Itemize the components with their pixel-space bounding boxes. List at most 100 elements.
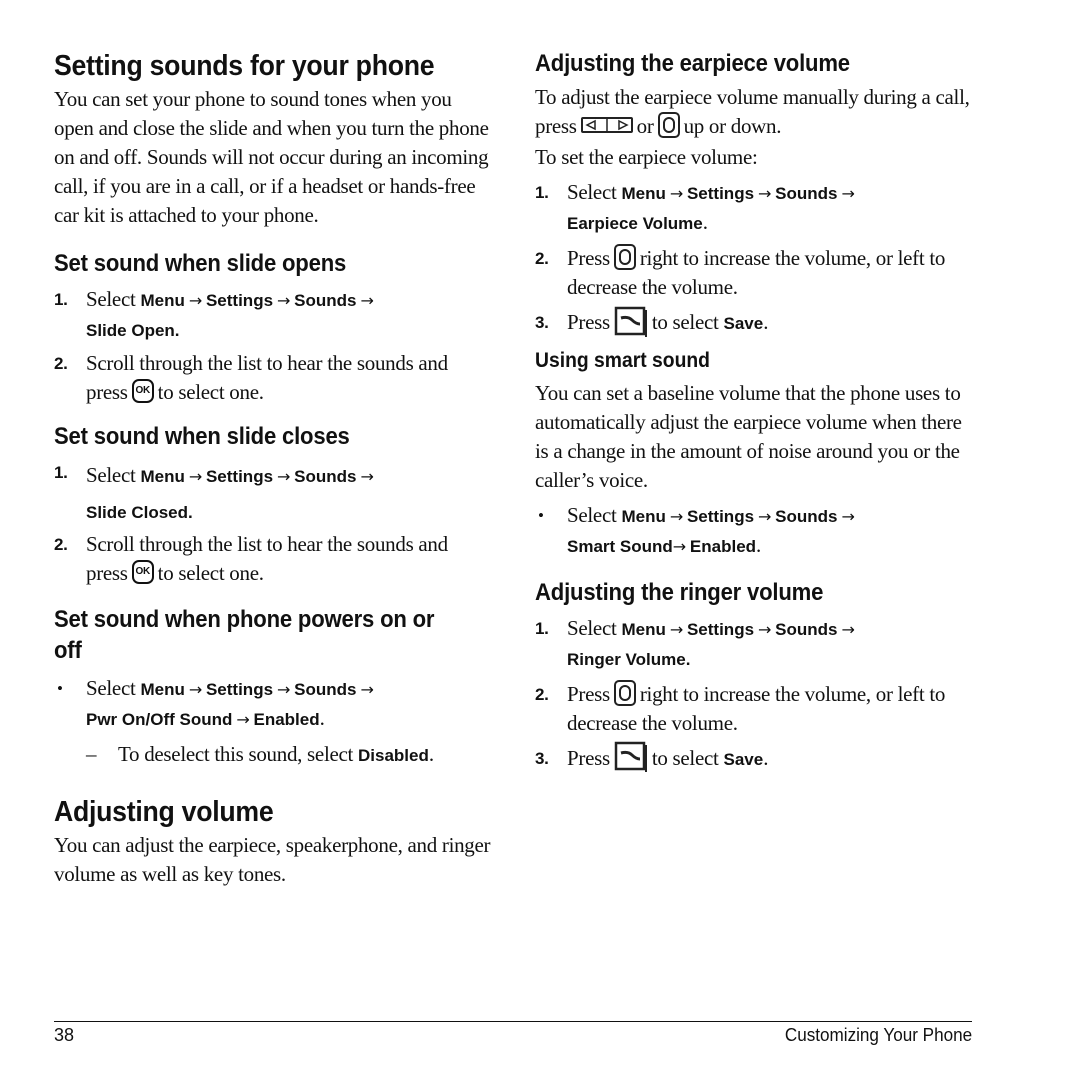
settings-key: Settings bbox=[205, 467, 274, 486]
step-number: 1. bbox=[54, 290, 68, 309]
slide-open-key: Slide Open. bbox=[86, 321, 180, 340]
list-item: • Select Menu → Settings → Sounds → Smart Sou… bbox=[535, 501, 975, 561]
step-text: Select Menu → Settings → Sounds → Earpiece Vo… bbox=[567, 180, 855, 235]
ok-key-icon: OK bbox=[131, 379, 154, 404]
settings-key: Settings bbox=[205, 291, 274, 310]
menu-key: Menu bbox=[621, 184, 666, 204]
arrow-icon: → bbox=[236, 710, 250, 729]
navigation-key-icon bbox=[657, 112, 680, 139]
footer-section-title: Customizing Your Phone bbox=[784, 1025, 972, 1045]
enabled-key: Enabled bbox=[253, 710, 320, 729]
settings-key: Settings bbox=[205, 680, 274, 699]
save-key: Save bbox=[723, 314, 764, 334]
navigation-key-icon bbox=[613, 244, 636, 271]
sounds-key: Sounds bbox=[775, 506, 838, 526]
heading-smart-sound: Using smart sound bbox=[535, 348, 710, 372]
earpiece-paragraph: To adjust the earpiece volume manually d… bbox=[535, 85, 970, 139]
arrow-icon: → bbox=[841, 619, 855, 639]
slide-closed-key: Slide Closed. bbox=[86, 503, 193, 522]
sounds-key: Sounds bbox=[294, 291, 357, 310]
bullet-icon: • bbox=[57, 679, 63, 698]
arrow-icon: → bbox=[669, 619, 683, 639]
settings-key: Settings bbox=[686, 619, 755, 639]
list-item: 3. Press to select Save. bbox=[535, 306, 975, 340]
arrow-icon: → bbox=[277, 680, 291, 699]
arrow-icon: → bbox=[277, 467, 291, 486]
arrow-icon: → bbox=[758, 506, 772, 526]
earpiece-volume-key: Earpiece Volume bbox=[567, 214, 703, 234]
disabled-key: Disabled bbox=[358, 746, 429, 765]
arrow-icon: → bbox=[758, 619, 772, 639]
list-item: 1. Select Menu → Settings → Sounds → Slide Cl… bbox=[54, 458, 494, 530]
arrow-icon: → bbox=[360, 467, 374, 486]
settings-key: Settings bbox=[686, 184, 755, 204]
pwr-onoff-key: Pwr On/Off Sound bbox=[86, 710, 233, 729]
intro-paragraph: You can set your phone to sound tones wh… bbox=[54, 87, 489, 227]
heading-power: Set sound when phone powers on or off bbox=[54, 606, 435, 664]
menu-key: Menu bbox=[140, 291, 185, 310]
step-number: 3. bbox=[535, 748, 549, 768]
smart-sound-key: Smart Sound bbox=[567, 536, 673, 556]
left-column: Setting sounds for your phone You can se… bbox=[54, 44, 494, 889]
step-text: Press right to increase the volume, or le… bbox=[567, 244, 946, 300]
sounds-key: Sounds bbox=[294, 467, 357, 486]
sounds-key: Sounds bbox=[775, 619, 838, 639]
arrow-icon: → bbox=[277, 291, 291, 310]
heading-slide-closes: Set sound when slide closes bbox=[54, 423, 350, 450]
list-item: 2. Scroll through the list to hear the s… bbox=[54, 530, 494, 588]
smart-sound-paragraph: You can set a baseline volume that the p… bbox=[535, 380, 962, 492]
step-text: Scroll through the list to hear the soun… bbox=[86, 532, 448, 585]
save-key: Save bbox=[723, 749, 764, 769]
arrow-icon: → bbox=[669, 184, 683, 204]
page-number: 38 bbox=[54, 1025, 75, 1045]
arrow-icon: → bbox=[188, 680, 202, 699]
list-item: • Select Menu → Settings → Sounds → Pwr On/Of… bbox=[54, 674, 494, 734]
heading-ringer: Adjusting the ringer volume bbox=[535, 578, 824, 606]
step-number: 2. bbox=[54, 354, 68, 373]
step-number: 1. bbox=[535, 618, 549, 638]
side-volume-key-icon bbox=[580, 117, 633, 134]
step-text: Select Menu → Settings → Sounds → Smart Sound… bbox=[567, 502, 855, 557]
arrow-icon: → bbox=[841, 506, 855, 526]
list-item: 1. Select Menu → Settings → Sounds → Slide Op… bbox=[54, 285, 494, 345]
step-text: Press to select Save. bbox=[567, 306, 768, 340]
arrow-icon: → bbox=[360, 291, 374, 310]
arrow-icon: → bbox=[188, 467, 202, 486]
list-item: 3. Press to select Save. bbox=[535, 741, 975, 776]
adjusting-volume-text: You can adjust the earpiece, speakerphon… bbox=[54, 833, 491, 886]
list-item: 1. Select Menu → Settings → Sounds → Ringer V… bbox=[535, 614, 975, 674]
step-number: 3. bbox=[535, 313, 549, 333]
heading-slide-opens: Set sound when slide opens bbox=[54, 250, 347, 277]
step-text: Select Menu → Settings → Sounds → Slide Close… bbox=[86, 463, 374, 522]
list-item: – To deselect this sound, select Disable… bbox=[54, 740, 494, 770]
menu-key: Menu bbox=[621, 619, 666, 639]
dash-icon: – bbox=[86, 742, 97, 766]
list-item: 1. Select Menu → Settings → Sounds → Earpiece… bbox=[535, 178, 975, 238]
settings-key: Settings bbox=[686, 506, 755, 526]
step-text: Press right to increase the volume, or le… bbox=[567, 679, 946, 735]
menu-key: Menu bbox=[140, 680, 185, 699]
footer-divider bbox=[54, 1021, 972, 1022]
enabled-key: Enabled bbox=[689, 536, 757, 556]
step-text: Select Menu → Settings → Sounds → Slide Open. bbox=[86, 287, 374, 340]
right-column: Adjusting the earpiece volume To adjust … bbox=[535, 44, 975, 776]
softkey-icon bbox=[614, 306, 648, 338]
ok-key-icon: OK bbox=[131, 560, 154, 585]
earpiece-subtext: To set the earpiece volume: bbox=[535, 145, 758, 170]
menu-key: Menu bbox=[621, 506, 666, 526]
list-item: 2. Scroll through the list to hear the s… bbox=[54, 349, 494, 407]
arrow-icon: → bbox=[672, 536, 686, 556]
navigation-key-icon bbox=[613, 679, 636, 706]
arrow-icon: → bbox=[669, 506, 683, 526]
step-text: Select Menu → Settings → Sounds → Pwr On/Off … bbox=[86, 676, 374, 730]
page-title: Setting sounds for your phone bbox=[54, 50, 435, 82]
step-text: To deselect this sound, select Disabled. bbox=[118, 742, 434, 766]
ringer-volume-key: Ringer Volume. bbox=[567, 649, 691, 669]
step-number: 1. bbox=[54, 463, 68, 482]
bullet-icon: • bbox=[538, 505, 544, 525]
step-number: 2. bbox=[54, 535, 68, 554]
menu-key: Menu bbox=[140, 467, 185, 486]
arrow-icon: → bbox=[360, 680, 374, 699]
step-text: Select Menu → Settings → Sounds → Ringer Volu… bbox=[567, 615, 855, 669]
softkey-icon bbox=[614, 741, 648, 773]
